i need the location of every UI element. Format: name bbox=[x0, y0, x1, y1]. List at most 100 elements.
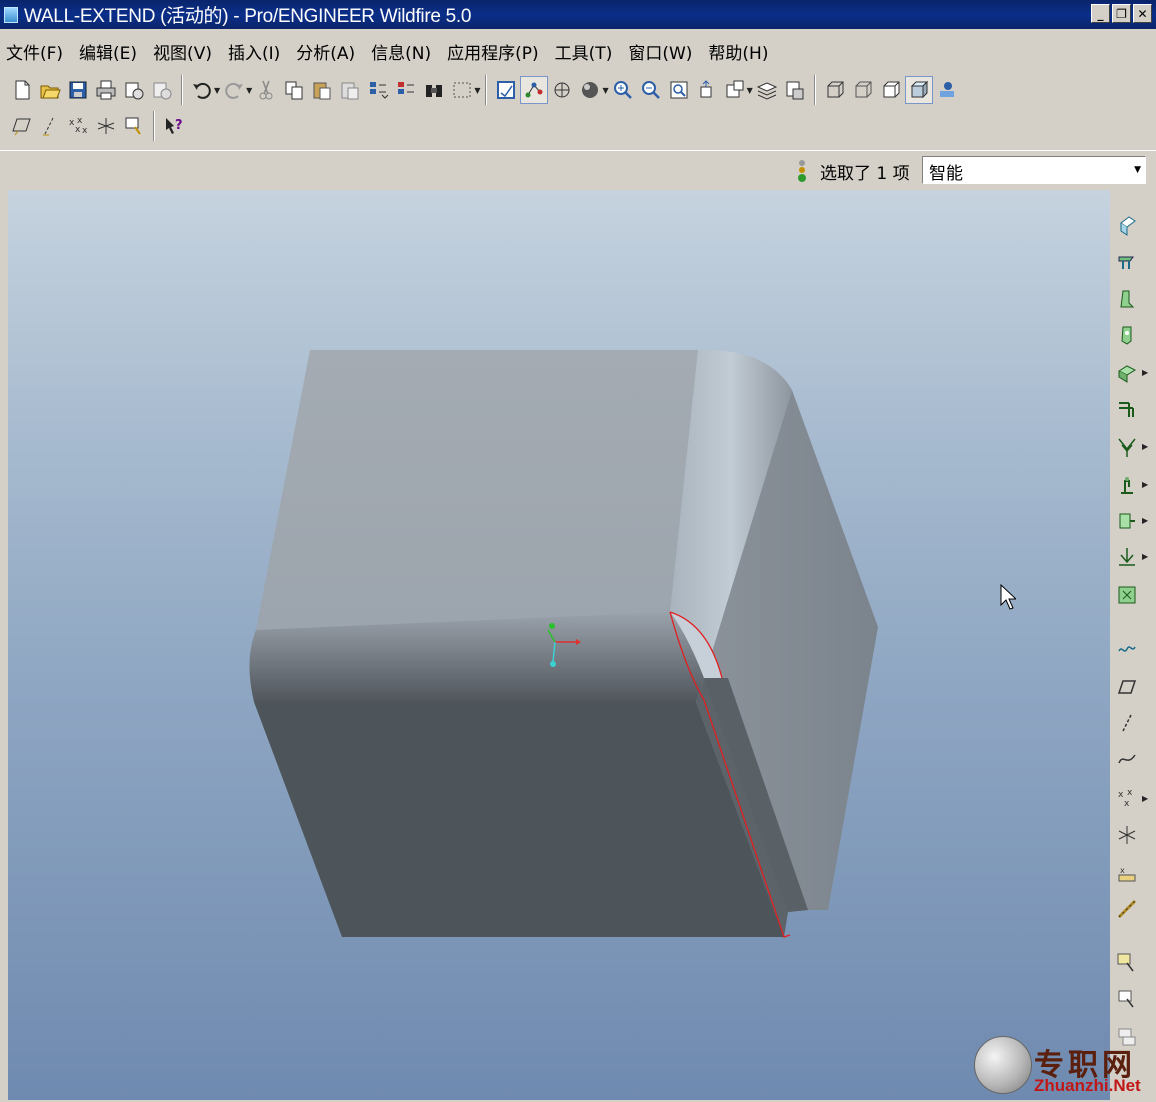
appearance-icon[interactable] bbox=[576, 76, 604, 104]
extrude-dropdown-icon[interactable]: ▶ bbox=[1142, 442, 1148, 451]
style-icon[interactable] bbox=[1112, 580, 1142, 610]
menu-info[interactable]: 信息(N) bbox=[363, 39, 439, 64]
graphics-window[interactable] bbox=[8, 190, 1110, 1100]
find-icon[interactable] bbox=[420, 76, 448, 104]
repaint-icon[interactable] bbox=[492, 76, 520, 104]
layers-icon[interactable] bbox=[753, 76, 781, 104]
print-icon[interactable] bbox=[92, 76, 120, 104]
merge-icon[interactable] bbox=[1112, 948, 1142, 978]
svg-text:x: x bbox=[1127, 788, 1133, 798]
datum-planes-icon[interactable] bbox=[8, 112, 36, 140]
email-icon[interactable] bbox=[120, 76, 148, 104]
selection-status-icon bbox=[798, 160, 806, 182]
menu-analysis[interactable]: 分析(A) bbox=[288, 39, 363, 64]
save-icon[interactable] bbox=[64, 76, 92, 104]
reorient-icon[interactable] bbox=[693, 76, 721, 104]
sketch-icon[interactable]: x bbox=[1112, 858, 1142, 888]
datum-axis-icon[interactable] bbox=[1112, 672, 1142, 702]
zoom-in-icon[interactable] bbox=[609, 76, 637, 104]
csys-icon[interactable]: xxx bbox=[1112, 784, 1142, 814]
email-link-icon[interactable] bbox=[148, 76, 176, 104]
coord-sys-icon[interactable] bbox=[92, 112, 120, 140]
svg-text:x: x bbox=[82, 126, 88, 136]
mouse-cursor-icon bbox=[1000, 584, 1016, 610]
shading-icon[interactable] bbox=[904, 76, 933, 104]
refit-icon[interactable] bbox=[665, 76, 693, 104]
rib-icon[interactable] bbox=[1112, 284, 1142, 314]
datum-curve-icon[interactable] bbox=[1112, 708, 1142, 738]
round-icon[interactable] bbox=[1112, 358, 1142, 388]
menu-insert[interactable]: 插入(I) bbox=[220, 39, 288, 64]
menu-edit[interactable]: 编辑(E) bbox=[71, 39, 145, 64]
menu-tools[interactable]: 工具(T) bbox=[547, 39, 621, 64]
analysis-icon[interactable] bbox=[1112, 820, 1142, 850]
site-watermark: 专职网 Zhuanzhi.Net bbox=[972, 1032, 1152, 1098]
undo-icon[interactable] bbox=[188, 76, 216, 104]
sweep-icon[interactable] bbox=[1112, 506, 1142, 536]
window-title: WALL-EXTEND (活动的) - Pro/ENGINEER Wildfir… bbox=[24, 6, 472, 27]
toolbar-separator bbox=[181, 75, 183, 105]
round-dropdown-icon[interactable]: ▶ bbox=[1142, 368, 1148, 377]
window-controls: _ ❐ ✕ bbox=[1091, 4, 1152, 23]
paste-special-icon[interactable] bbox=[336, 76, 364, 104]
annotation-display-icon[interactable] bbox=[120, 112, 148, 140]
datum-axes-icon[interactable] bbox=[36, 112, 64, 140]
view-manager-icon[interactable] bbox=[781, 76, 809, 104]
mirror-icon[interactable] bbox=[1112, 894, 1142, 924]
sweep-dropdown-icon[interactable]: ▶ bbox=[1142, 516, 1148, 525]
revolve-icon[interactable] bbox=[1112, 470, 1142, 500]
datum-toolbar: xxxx ? bbox=[8, 110, 188, 142]
svg-text:x: x bbox=[1124, 799, 1130, 809]
revolve-dropdown-icon[interactable]: ▶ bbox=[1142, 480, 1148, 489]
restore-button[interactable]: ❐ bbox=[1112, 4, 1131, 23]
context-help-icon[interactable]: ? bbox=[160, 112, 188, 140]
model-render bbox=[249, 349, 878, 938]
trim-icon[interactable] bbox=[1112, 984, 1142, 1014]
shell-icon[interactable] bbox=[1112, 246, 1142, 276]
menu-help[interactable]: 帮助(H) bbox=[700, 39, 776, 64]
new-icon[interactable] bbox=[8, 76, 36, 104]
svg-text:x: x bbox=[75, 125, 81, 135]
model-tree-icon[interactable] bbox=[933, 76, 961, 104]
datum-plane-icon[interactable] bbox=[1112, 634, 1142, 664]
copy-icon[interactable] bbox=[280, 76, 308, 104]
saved-views-icon[interactable] bbox=[721, 76, 749, 104]
regen-manager-icon[interactable] bbox=[392, 76, 420, 104]
chevron-down-icon: ▼ bbox=[1134, 165, 1141, 175]
wireframe-icon[interactable] bbox=[821, 76, 849, 104]
paste-icon[interactable] bbox=[308, 76, 336, 104]
navigator-collapsed-strip[interactable] bbox=[0, 190, 8, 1100]
extrude-icon[interactable] bbox=[1112, 432, 1142, 462]
title-bar: WALL-EXTEND (活动的) - Pro/ENGINEER Wildfir… bbox=[0, 0, 1156, 29]
cut-icon[interactable] bbox=[252, 76, 280, 104]
selection-filter-select[interactable]: 智能 ▼ bbox=[922, 156, 1146, 184]
toolbar-separator bbox=[485, 75, 488, 105]
watermark-logo-icon bbox=[974, 1036, 1032, 1094]
menu-applications[interactable]: 应用程序(P) bbox=[439, 39, 547, 64]
datum-points-icon[interactable]: xxxx bbox=[64, 112, 92, 140]
blend-icon[interactable] bbox=[1112, 542, 1142, 572]
orient-mode-icon[interactable] bbox=[548, 76, 576, 104]
minimize-button[interactable]: _ bbox=[1091, 4, 1110, 23]
select-box-icon[interactable] bbox=[448, 76, 476, 104]
hole-icon[interactable] bbox=[1112, 210, 1142, 240]
menu-bar: 文件(F) 编辑(E) 视图(V) 插入(I) 分析(A) 信息(N) 应用程序… bbox=[0, 34, 1156, 68]
hidden-line-icon[interactable] bbox=[849, 76, 877, 104]
spin-center-icon[interactable] bbox=[520, 76, 549, 104]
menu-file[interactable]: 文件(F) bbox=[0, 39, 71, 64]
menu-view[interactable]: 视图(V) bbox=[145, 39, 220, 64]
close-button[interactable]: ✕ bbox=[1133, 4, 1152, 23]
selection-bar: 选取了 1 项 智能 ▼ bbox=[0, 150, 1156, 188]
csys-dropdown-icon[interactable]: ▶ bbox=[1142, 794, 1148, 803]
menu-window[interactable]: 窗口(W) bbox=[620, 39, 700, 64]
no-hidden-icon[interactable] bbox=[877, 76, 905, 104]
open-icon[interactable] bbox=[36, 76, 64, 104]
draft-icon[interactable] bbox=[1112, 320, 1142, 350]
regenerate-icon[interactable] bbox=[364, 76, 392, 104]
redo-icon[interactable] bbox=[220, 76, 248, 104]
blend-dropdown-icon[interactable]: ▶ bbox=[1142, 552, 1148, 561]
datum-point-icon[interactable] bbox=[1112, 744, 1142, 774]
zoom-out-icon[interactable] bbox=[637, 76, 665, 104]
selection-info: 选取了 1 项 bbox=[796, 156, 910, 186]
chamfer-icon[interactable] bbox=[1112, 394, 1142, 424]
